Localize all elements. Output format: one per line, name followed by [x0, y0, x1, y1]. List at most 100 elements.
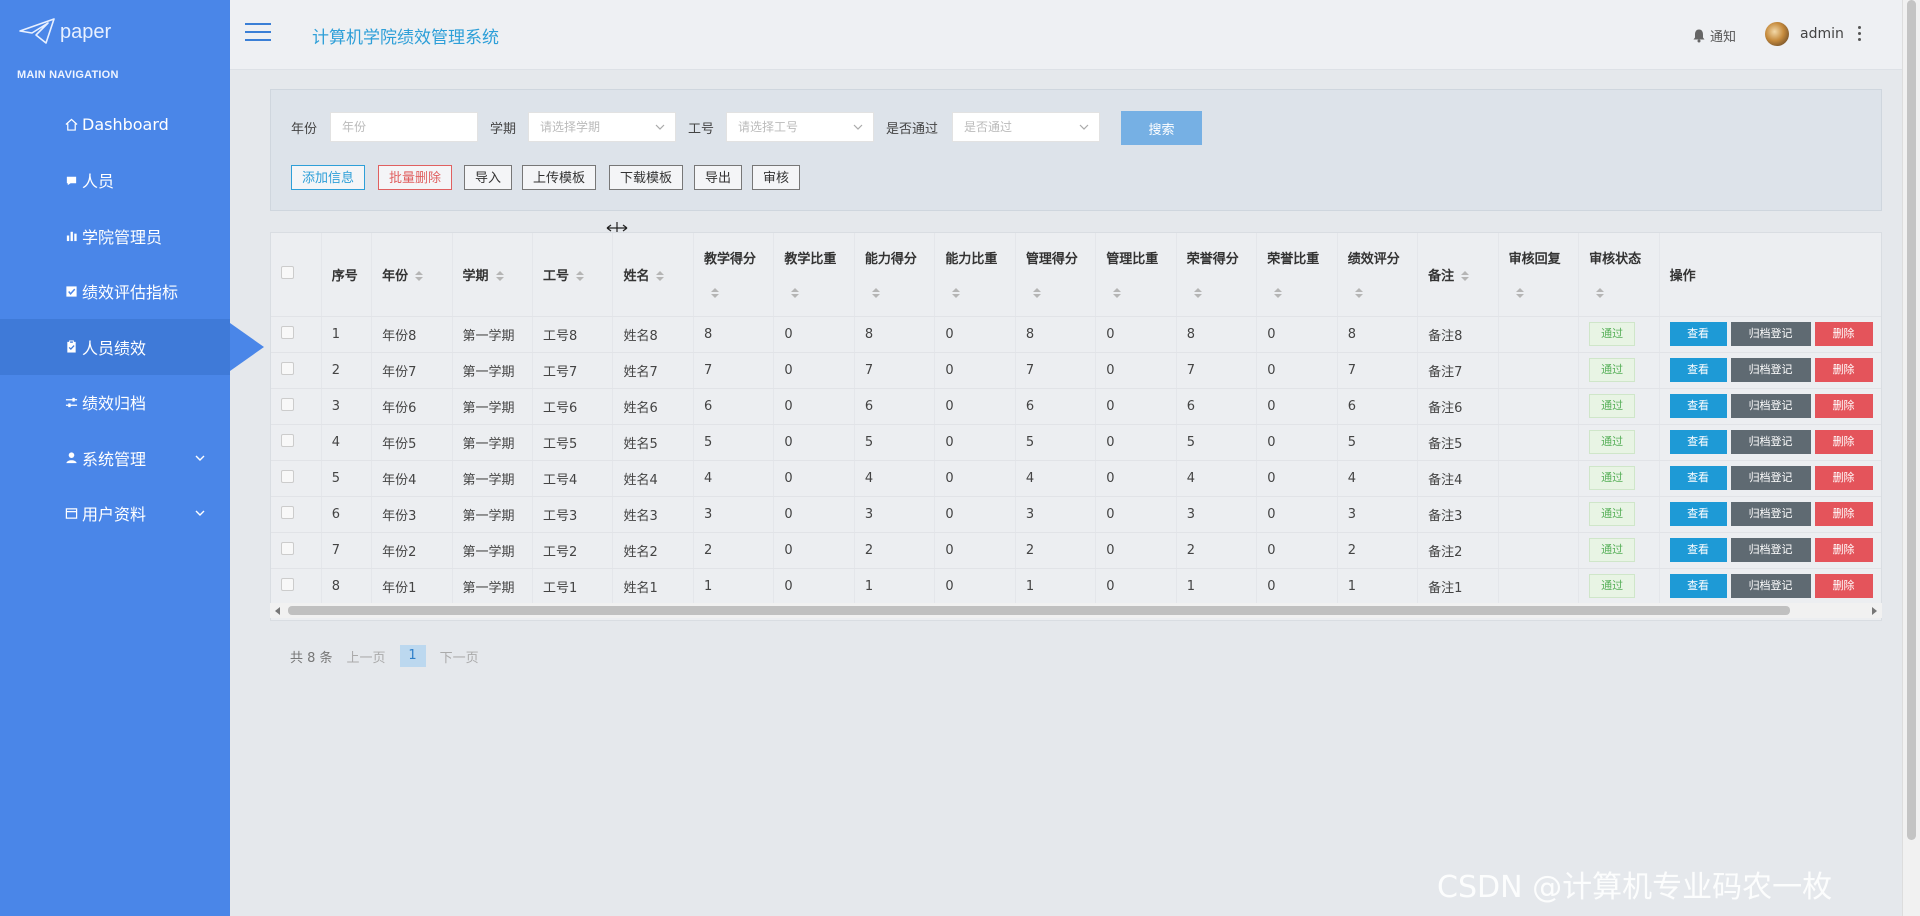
scrollbar-thumb[interactable]	[1907, 0, 1916, 840]
archive-register-button[interactable]: 归档登记	[1730, 430, 1811, 454]
column-header[interactable]: 姓名	[612, 233, 694, 317]
sort-icon[interactable]	[1354, 282, 1364, 298]
delete-button[interactable]: 删除	[1814, 502, 1873, 526]
sort-icon[interactable]	[871, 282, 881, 298]
select-all-checkbox[interactable]	[281, 265, 294, 279]
scrollbar-thumb[interactable]	[288, 606, 1790, 615]
avatar[interactable]	[1765, 22, 1789, 46]
archive-register-button[interactable]: 归档登记	[1730, 394, 1811, 418]
import-button[interactable]: 导入	[464, 165, 513, 190]
column-header[interactable]: 荣誉得分	[1176, 233, 1258, 317]
row-checkbox[interactable]	[281, 505, 294, 519]
delete-button[interactable]: 删除	[1814, 538, 1873, 562]
current-page[interactable]: 1	[399, 645, 426, 667]
download-template-button[interactable]: 下载模板	[609, 165, 684, 190]
horizontal-scrollbar[interactable]	[270, 603, 1882, 618]
column-header[interactable]: 能力得分	[854, 233, 936, 317]
prev-page-button[interactable]: 上一页	[347, 647, 386, 666]
term-select[interactable]: 请选择学期	[528, 112, 676, 142]
row-checkbox[interactable]	[281, 361, 294, 375]
sort-icon[interactable]	[1515, 282, 1525, 298]
sort-icon[interactable]	[1032, 282, 1042, 298]
row-checkbox[interactable]	[281, 325, 294, 339]
next-page-button[interactable]: 下一页	[440, 647, 479, 666]
column-header[interactable]: 审核状态	[1578, 233, 1660, 317]
batch-delete-button[interactable]: 批量删除	[378, 165, 453, 190]
username[interactable]: admin	[1800, 26, 1844, 42]
page-scrollbar[interactable]	[1902, 0, 1920, 916]
column-header[interactable]: 年份	[371, 233, 453, 317]
sort-icon[interactable]	[1112, 282, 1122, 298]
menu-toggle-icon[interactable]	[245, 23, 271, 43]
logo[interactable]: paper	[18, 14, 111, 50]
sidebar-item-staff-performance[interactable]: 人员绩效	[0, 319, 230, 375]
sort-icon[interactable]	[495, 270, 505, 282]
archive-register-button[interactable]: 归档登记	[1730, 574, 1811, 598]
add-info-button[interactable]: 添加信息	[291, 165, 366, 190]
scroll-right-icon[interactable]	[1872, 607, 1877, 615]
year-input[interactable]: 年份	[330, 112, 478, 142]
view-button[interactable]: 查看	[1669, 394, 1727, 418]
sort-icon[interactable]	[1595, 282, 1605, 298]
delete-button[interactable]: 删除	[1814, 430, 1873, 454]
column-header[interactable]: 备注	[1417, 233, 1499, 317]
archive-register-button[interactable]: 归档登记	[1730, 502, 1811, 526]
scroll-left-icon[interactable]	[275, 607, 280, 615]
column-header[interactable]: 绩效评分	[1337, 233, 1419, 317]
row-checkbox[interactable]	[281, 577, 294, 591]
view-button[interactable]: 查看	[1669, 466, 1727, 490]
row-checkbox[interactable]	[281, 433, 294, 447]
view-button[interactable]: 查看	[1669, 574, 1727, 598]
column-header[interactable]: 教学得分	[693, 233, 775, 317]
view-button[interactable]: 查看	[1669, 502, 1727, 526]
column-header[interactable]: 工号	[532, 233, 614, 317]
view-button[interactable]: 查看	[1669, 430, 1727, 454]
sidebar-item-people[interactable]: 人员	[0, 153, 230, 209]
sort-icon[interactable]	[414, 270, 424, 282]
sort-icon[interactable]	[1460, 270, 1470, 282]
column-header[interactable]: 管理比重	[1095, 233, 1177, 317]
row-checkbox[interactable]	[281, 397, 294, 411]
export-button[interactable]: 导出	[694, 165, 743, 190]
view-button[interactable]: 查看	[1669, 538, 1727, 562]
row-checkbox[interactable]	[281, 541, 294, 555]
column-header[interactable]: 审核回复	[1498, 233, 1580, 317]
more-options-icon[interactable]	[1858, 26, 1862, 42]
staff-id-select[interactable]: 请选择工号	[726, 112, 874, 142]
sort-icon[interactable]	[710, 282, 720, 298]
notification-button[interactable]: 通知	[1692, 26, 1736, 45]
column-header[interactable]: 管理得分	[1015, 233, 1097, 317]
delete-button[interactable]: 删除	[1814, 466, 1873, 490]
sidebar-item-college-admin[interactable]: 学院管理员	[0, 208, 230, 264]
sort-icon[interactable]	[1193, 282, 1203, 298]
sort-icon[interactable]	[575, 270, 585, 282]
sidebar-item-user-profile[interactable]: 用户资料	[0, 486, 230, 542]
column-header[interactable]: 教学比重	[773, 233, 855, 317]
view-button[interactable]: 查看	[1669, 358, 1727, 382]
audit-button[interactable]: 审核	[752, 165, 801, 190]
column-header[interactable]: 能力比重	[934, 233, 1016, 317]
sidebar-item-dashboard[interactable]: Dashboard	[0, 97, 230, 153]
column-header[interactable]: 荣誉比重	[1256, 233, 1338, 317]
delete-button[interactable]: 删除	[1814, 322, 1873, 346]
sort-icon[interactable]	[1273, 282, 1283, 298]
archive-register-button[interactable]: 归档登记	[1730, 466, 1811, 490]
sidebar-item-performance-archive[interactable]: 绩效归档	[0, 375, 230, 431]
delete-button[interactable]: 删除	[1814, 358, 1873, 382]
view-button[interactable]: 查看	[1669, 322, 1727, 346]
sort-icon[interactable]	[790, 282, 800, 298]
passed-select[interactable]: 是否通过	[952, 112, 1100, 142]
sort-icon[interactable]	[655, 270, 665, 282]
sidebar-item-system-management[interactable]: 系统管理	[0, 430, 230, 486]
row-checkbox[interactable]	[281, 469, 294, 483]
upload-template-button[interactable]: 上传模板	[522, 165, 597, 190]
delete-button[interactable]: 删除	[1814, 394, 1873, 418]
search-button[interactable]: 搜索	[1121, 111, 1202, 145]
archive-register-button[interactable]: 归档登记	[1730, 358, 1811, 382]
sort-icon[interactable]	[951, 282, 961, 298]
archive-register-button[interactable]: 归档登记	[1730, 538, 1811, 562]
sidebar-item-evaluation-index[interactable]: 绩效评估指标	[0, 264, 230, 320]
delete-button[interactable]: 删除	[1814, 574, 1873, 598]
column-header[interactable]: 学期	[452, 233, 534, 317]
archive-register-button[interactable]: 归档登记	[1730, 322, 1811, 346]
